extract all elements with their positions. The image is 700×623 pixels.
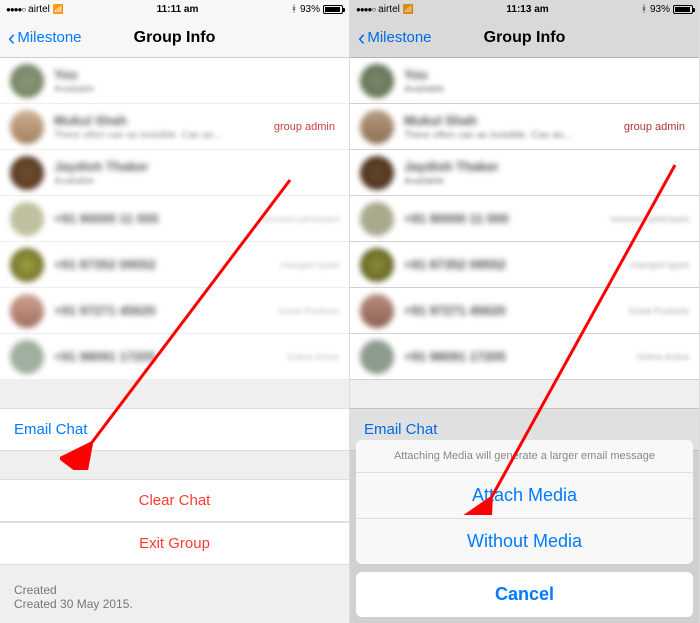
screen-left: ●●●●○ airtel 11:11 am 93% ‹ Milestone Gr… xyxy=(0,0,350,623)
battery-percent: 93% xyxy=(300,4,320,15)
avatar xyxy=(10,202,44,236)
admin-badge: group admin xyxy=(624,121,685,133)
bluetooth-icon xyxy=(291,4,297,15)
time-label: 11:13 am xyxy=(506,4,548,15)
email-chat-button[interactable]: Email Chat xyxy=(0,408,349,451)
nav-bar: ‹ Milestone Group Info xyxy=(0,18,349,58)
member-row[interactable]: +91 90000 11 000 removed participant xyxy=(0,196,349,242)
admin-badge: group admin xyxy=(274,121,335,133)
cancel-button[interactable]: Cancel xyxy=(356,572,693,617)
carrier-label: airtel xyxy=(378,4,400,15)
member-row[interactable]: YouAvailable xyxy=(0,58,349,104)
status-bar: ●●●●○ airtel 11:11 am 93% xyxy=(0,0,349,18)
battery-icon xyxy=(323,5,343,14)
back-label: Milestone xyxy=(17,29,81,46)
attach-media-button[interactable]: Attach Media xyxy=(356,473,693,519)
member-row[interactable]: +91 98091 17205 Online Active xyxy=(0,334,349,380)
chevron-left-icon: ‹ xyxy=(358,27,365,49)
page-title: Group Info xyxy=(484,29,566,47)
wifi-icon xyxy=(53,4,64,15)
avatar xyxy=(10,110,44,144)
member-row[interactable]: +91 98091 17205Online Active xyxy=(350,334,699,380)
member-row[interactable]: Mukul ShahThere often can as invisible. … xyxy=(0,104,349,150)
clear-chat-button[interactable]: Clear Chat xyxy=(0,479,349,522)
spacer xyxy=(0,380,349,408)
status-bar: ●●●●○ airtel 11:13 am 93% xyxy=(350,0,699,18)
spacer xyxy=(0,451,349,479)
avatar xyxy=(10,294,44,328)
avatar xyxy=(10,340,44,374)
avatar xyxy=(10,156,44,190)
member-row[interactable]: +91 97271 45620 Great Products xyxy=(0,288,349,334)
wifi-icon xyxy=(403,4,414,15)
member-row[interactable]: YouAvailable xyxy=(350,58,699,104)
page-title: Group Info xyxy=(134,29,216,47)
action-sheet: Attaching Media will generate a larger e… xyxy=(356,440,693,617)
screen-right: ●●●●○ airtel 11:13 am 93% ‹ Milestone Gr… xyxy=(350,0,700,623)
member-row[interactable]: +91 87352 09552 changed typed xyxy=(0,242,349,288)
signal-dots: ●●●●○ xyxy=(356,5,375,14)
battery-percent: 93% xyxy=(650,4,670,15)
bluetooth-icon xyxy=(641,4,647,15)
without-media-button[interactable]: Without Media xyxy=(356,519,693,564)
avatar xyxy=(10,248,44,282)
member-row[interactable]: Mukul ShahThere often can as invisible. … xyxy=(350,104,699,150)
carrier-label: airtel xyxy=(28,4,50,15)
exit-group-button[interactable]: Exit Group xyxy=(0,522,349,565)
sheet-message: Attaching Media will generate a larger e… xyxy=(356,440,693,473)
signal-dots: ●●●●○ xyxy=(6,5,25,14)
nav-bar: ‹ Milestone Group Info xyxy=(350,18,699,58)
member-list: YouAvailable Mukul ShahThere often can a… xyxy=(350,58,699,380)
member-row[interactable]: Jaydish ThakerAvailable xyxy=(0,150,349,196)
back-button[interactable]: ‹ Milestone xyxy=(8,27,82,49)
created-info: Created Created 30 May 2015. xyxy=(0,575,349,619)
member-row[interactable]: +91 87352 09552changed typed xyxy=(350,242,699,288)
back-button[interactable]: ‹ Milestone xyxy=(358,27,432,49)
avatar xyxy=(10,64,44,98)
time-label: 11:11 am xyxy=(157,4,199,15)
member-row[interactable]: +91 90000 11 000removed participant xyxy=(350,196,699,242)
member-row[interactable]: +91 97271 45620Great Products xyxy=(350,288,699,334)
chevron-left-icon: ‹ xyxy=(8,27,15,49)
member-row[interactable]: Jaydish ThakerAvailable xyxy=(350,150,699,196)
member-list: YouAvailable Mukul ShahThere often can a… xyxy=(0,58,349,380)
battery-icon xyxy=(673,5,693,14)
back-label: Milestone xyxy=(367,29,431,46)
